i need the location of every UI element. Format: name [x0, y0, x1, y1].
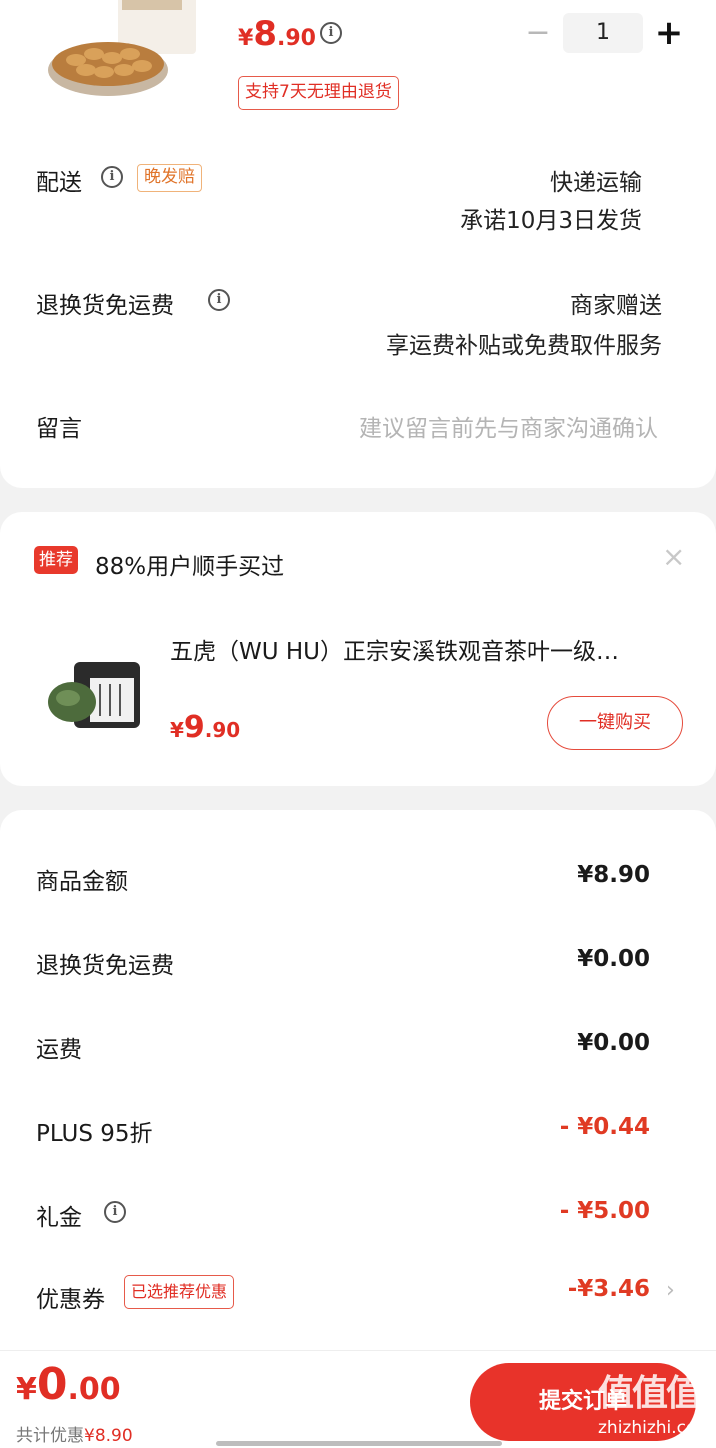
summary-label-goods-amount: 商品金额: [36, 869, 128, 895]
watermark-url: zhizhizhi.com: [598, 1418, 713, 1438]
total-currency: ¥: [16, 1372, 37, 1407]
recommendation-title: 88%用户顺手买过: [95, 554, 285, 580]
free-return-info-icon[interactable]: i: [208, 289, 230, 311]
summary-label-gift-money: 礼金: [36, 1205, 82, 1231]
summary-label-shipping-fee: 运费: [36, 1037, 82, 1063]
total-integer: 0: [36, 1359, 68, 1410]
product-thumbnail-peanuts[interactable]: [46, 0, 202, 104]
price-integer: 8: [253, 14, 277, 54]
free-return-shipping-label: 退换货免运费: [36, 293, 174, 319]
summary-value-goods-amount: ¥8.90: [577, 862, 650, 888]
summary-label-plus-discount: PLUS 95折: [36, 1121, 153, 1147]
price-currency: ¥: [238, 26, 254, 51]
quantity-input[interactable]: 1: [563, 13, 643, 53]
shipping-info-icon[interactable]: i: [101, 166, 123, 188]
total-price: ¥0.00: [16, 1359, 121, 1410]
order-confirm-page: ¥8.90 i − 1 + 支持7天无理由退货 配送 i 晚发赔 快递运输 承诺…: [0, 0, 716, 1448]
info-icon[interactable]: i: [320, 22, 342, 44]
summary-label-free-return: 退换货免运费: [36, 953, 174, 979]
rec-price-decimal: .90: [204, 718, 241, 742]
shipping-promise: 承诺10月3日发货: [460, 208, 642, 234]
return-policy-badge: 支持7天无理由退货: [238, 76, 399, 110]
watermark-logo-text: 值值值: [598, 1373, 702, 1414]
recommendation-card: 推荐 88%用户顺手买过 × 五虎（WU HU）正宗安溪铁观音茶叶一级… ¥9.…: [0, 512, 716, 786]
recommend-tag: 推荐: [34, 546, 78, 574]
price-summary-card: 商品金额 ¥8.90 退换货免运费 ¥0.00 运费 ¥0.00 PLUS 95…: [0, 810, 716, 1370]
summary-label-coupon[interactable]: 优惠券: [36, 1280, 105, 1314]
saving-amount: ¥8.90: [84, 1426, 133, 1446]
chevron-right-icon[interactable]: ›: [666, 1278, 675, 1303]
summary-value-shipping-fee: ¥0.00: [577, 1030, 650, 1056]
late-delivery-badge: 晚发赔: [137, 164, 202, 192]
order-card: ¥8.90 i − 1 + 支持7天无理由退货 配送 i 晚发赔 快递运输 承诺…: [0, 0, 716, 488]
message-input[interactable]: 建议留言前先与商家沟通确认: [359, 409, 658, 443]
recommended-product-name[interactable]: 五虎（WU HU）正宗安溪铁观音茶叶一级…: [170, 632, 680, 666]
saving-label: 共计优惠: [16, 1426, 84, 1446]
summary-value-free-return: ¥0.00: [577, 946, 650, 972]
one-click-buy-button[interactable]: 一键购买: [547, 696, 683, 750]
free-return-service: 享运费补贴或免费取件服务: [386, 333, 662, 359]
free-return-provider: 商家赠送: [570, 293, 662, 319]
message-label: 留言: [36, 416, 82, 442]
recommended-product-price: ¥9.90: [170, 710, 240, 745]
price-decimal: .90: [276, 26, 316, 51]
quantity-increase-button[interactable]: +: [652, 14, 686, 52]
close-icon[interactable]: ×: [662, 540, 685, 573]
recommended-product-image[interactable]: [44, 658, 144, 734]
shipping-label: 配送: [36, 170, 82, 196]
item-price: ¥8.90: [238, 14, 316, 54]
quantity-decrease-button[interactable]: −: [524, 16, 552, 50]
watermark-logo: 值值值: [598, 1364, 702, 1416]
summary-value-plus-discount: - ¥0.44: [559, 1114, 650, 1140]
rec-price-currency: ¥: [170, 718, 184, 742]
home-indicator[interactable]: [216, 1441, 502, 1446]
total-decimal: .00: [67, 1372, 121, 1407]
summary-value-gift-money: - ¥5.00: [559, 1198, 650, 1224]
shipping-method[interactable]: 快递运输: [550, 163, 642, 197]
total-saving: 共计优惠¥8.90: [16, 1421, 133, 1446]
rec-price-integer: 9: [183, 710, 205, 745]
summary-value-coupon[interactable]: -¥3.46: [568, 1276, 650, 1302]
gift-money-info-icon[interactable]: i: [104, 1201, 126, 1223]
coupon-selected-badge: 已选推荐优惠: [124, 1275, 235, 1309]
